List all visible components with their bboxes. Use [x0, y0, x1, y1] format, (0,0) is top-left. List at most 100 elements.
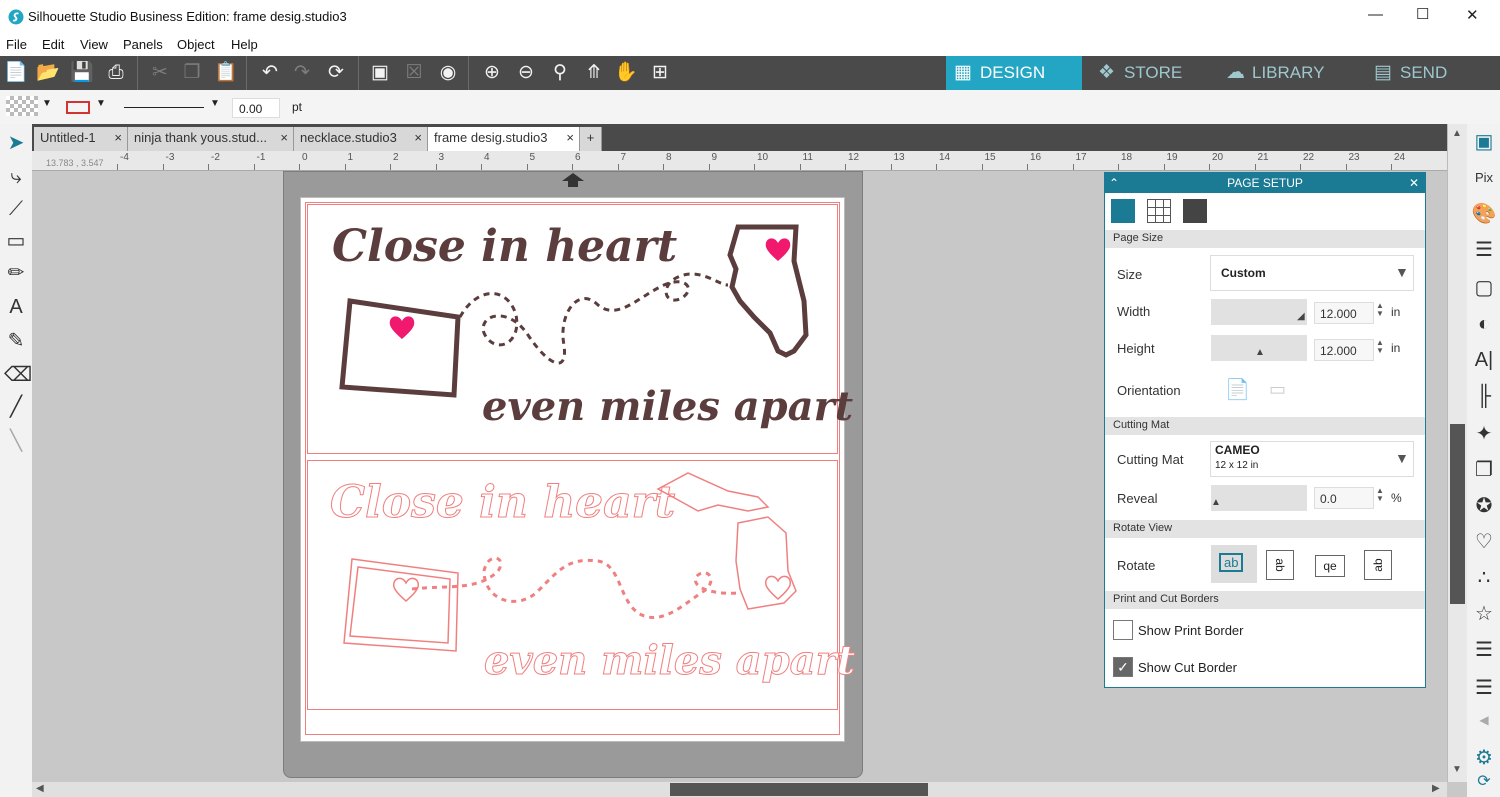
redraw-icon[interactable]: ⟳ [324, 61, 348, 85]
scroll-right-icon[interactable]: ▶ [1432, 783, 1440, 794]
rotate-90-button[interactable]: ab [1266, 550, 1294, 580]
cut-icon[interactable]: ✂ [148, 61, 172, 85]
eraser-tool-icon[interactable]: ⌫ [4, 362, 32, 388]
menu-edit[interactable]: Edit [42, 37, 64, 52]
minimize-button[interactable]: — [1368, 6, 1383, 23]
collapse-chevron-icon[interactable]: ⌃ [1109, 173, 1119, 193]
redo-icon[interactable]: ↷ [290, 61, 314, 85]
eyedropper-icon[interactable]: ╲ [4, 428, 28, 454]
doc-tab[interactable]: necklace.studio3 × [294, 127, 428, 151]
pencil-tool-icon[interactable]: ✏ [4, 260, 28, 286]
tab-send[interactable]: ▤ SEND [1366, 56, 1496, 90]
tab-store[interactable]: ❖ STORE [1090, 56, 1210, 90]
sketch-effects-icon[interactable]: ☰ [1470, 674, 1498, 702]
slider-handle-icon[interactable]: ▲ [1255, 347, 1265, 358]
menu-file[interactable]: File [6, 37, 27, 52]
line-color-dropdown-icon[interactable]: ▼ [96, 98, 106, 109]
transform-icon[interactable]: ✦ [1470, 420, 1498, 448]
panel-close-icon[interactable]: ✕ [1409, 173, 1419, 193]
point-edit-icon[interactable]: ⤷ [4, 164, 28, 190]
outline-route-graphic[interactable] [308, 461, 839, 711]
text-tool-icon[interactable]: A [4, 294, 28, 320]
doc-tab-active[interactable]: frame desig.studio3 × [428, 127, 580, 151]
rotate-270-button[interactable]: ab [1364, 550, 1392, 580]
replicate-icon[interactable]: ❐ [1470, 456, 1498, 484]
horizontal-scroll-thumb[interactable] [670, 783, 928, 796]
menu-panels[interactable]: Panels [123, 37, 163, 52]
image-effects-icon[interactable]: ▢ [1470, 274, 1498, 302]
text-style-icon[interactable]: A| [1470, 346, 1498, 374]
height-spinner-icon[interactable]: ▲ ▼ [1376, 339, 1384, 355]
select-by-color-icon[interactable]: ◉ [436, 61, 460, 85]
show-cut-border-checkbox[interactable]: ✓ [1113, 657, 1133, 677]
scroll-down-icon[interactable]: ▼ [1452, 764, 1462, 775]
sketch-tool-icon[interactable]: ✎ [4, 328, 28, 354]
line-style-dropdown-icon[interactable]: ▼ [210, 98, 220, 109]
slider-handle-icon[interactable]: ▲ [1211, 497, 1221, 508]
registration-marks-icon[interactable] [1183, 199, 1207, 223]
new-file-icon[interactable]: 📄 [4, 61, 28, 85]
align-icon[interactable]: ╟ [1470, 382, 1498, 410]
open-folder-icon[interactable]: 📂 [36, 61, 60, 85]
layers-icon[interactable]: ☰ [1470, 636, 1498, 664]
close-tab-icon[interactable]: × [566, 130, 574, 145]
select-arrow-icon[interactable]: ➤ [4, 130, 28, 156]
refresh-icon[interactable]: ⟳ [1470, 768, 1498, 796]
rotate-0-button[interactable]: ab [1211, 545, 1257, 583]
line-color-swatch[interactable] [66, 101, 90, 114]
trace-icon[interactable]: ♡ [1470, 528, 1498, 556]
width-input[interactable]: 12.000 [1314, 302, 1374, 324]
star-outline-icon[interactable]: ☆ [1470, 600, 1498, 628]
page-setup-icon[interactable]: ▣ [1470, 128, 1498, 156]
pixscan-icon[interactable]: Pix [1470, 164, 1498, 192]
line-style-sample[interactable] [124, 107, 204, 108]
menu-help[interactable]: Help [231, 37, 258, 52]
slider-handle-icon[interactable]: ◢ [1297, 311, 1305, 322]
height-slider[interactable]: ▲ [1211, 335, 1307, 361]
fill-swatch[interactable] [6, 96, 38, 116]
doc-tab[interactable]: ninja thank yous.stud... × [128, 127, 294, 151]
reveal-slider[interactable]: ▲ [1211, 485, 1307, 511]
menu-object[interactable]: Object [177, 37, 215, 52]
zoom-selection-icon[interactable]: ⚲ [548, 61, 572, 85]
width-slider[interactable]: ◢ [1211, 299, 1307, 325]
tab-design[interactable]: ▦ DESIGN [946, 56, 1082, 90]
scroll-left-icon[interactable]: ◀ [36, 783, 44, 794]
paste-icon[interactable]: 📋 [214, 61, 238, 85]
rectangle-tool-icon[interactable]: ▭ [4, 228, 28, 254]
zoom-in-icon[interactable]: ⊕ [480, 61, 504, 85]
deselect-icon[interactable]: ☒ [402, 61, 426, 85]
close-button[interactable]: ✕ [1466, 6, 1479, 24]
save-icon[interactable]: 💾 [70, 61, 94, 85]
collapse-arrow-icon[interactable]: ◀ [1470, 706, 1498, 734]
zoom-out-icon[interactable]: ⊖ [514, 61, 538, 85]
design-frame-bottom[interactable]: Close in heart even miles apart [307, 460, 856, 711]
landscape-icon[interactable]: ▭ [1269, 379, 1286, 400]
map-route-graphic[interactable] [308, 205, 839, 455]
vertical-scroll-thumb[interactable] [1450, 424, 1465, 604]
knife-tool-icon[interactable]: ╱ [4, 394, 28, 420]
new-tab-button[interactable]: + [580, 127, 602, 151]
rotate-180-button[interactable]: qe [1315, 555, 1345, 577]
pan-hand-icon[interactable]: ✋ [614, 61, 638, 85]
copy-icon[interactable]: ❐ [180, 61, 204, 85]
close-tab-icon[interactable]: × [414, 130, 422, 145]
design-frame-top[interactable]: Close in heart even miles apart [307, 204, 853, 455]
line-width-input[interactable]: 0.00 [232, 98, 280, 118]
line-tool-icon[interactable]: ⟋ [4, 196, 28, 222]
contrast-icon[interactable]: ◐ [1470, 310, 1498, 338]
offset-dots-icon[interactable]: ∴ [1470, 564, 1498, 592]
cutting-mat-dropdown[interactable]: CAMEO 12 x 12 in ▼ [1210, 441, 1414, 477]
line-style-icon[interactable]: ☰ [1470, 236, 1498, 264]
vertical-ruler-scrollbar[interactable]: ▲ ▼ [1447, 124, 1467, 782]
horizontal-scrollbar[interactable]: ◀ ▶ [32, 782, 1447, 797]
show-print-border-checkbox[interactable] [1113, 620, 1133, 640]
close-tab-icon[interactable]: × [280, 130, 288, 145]
reveal-input[interactable]: 0.0 [1314, 487, 1374, 509]
undo-icon[interactable]: ↶ [258, 61, 282, 85]
fit-to-window-icon[interactable]: ⊞ [648, 61, 672, 85]
fill-palette-icon[interactable]: 🎨 [1470, 200, 1498, 228]
doc-tab[interactable]: Untitled-1 × [34, 127, 128, 151]
grid-settings-icon[interactable] [1147, 199, 1171, 223]
portrait-icon[interactable]: 📄 [1225, 377, 1250, 402]
